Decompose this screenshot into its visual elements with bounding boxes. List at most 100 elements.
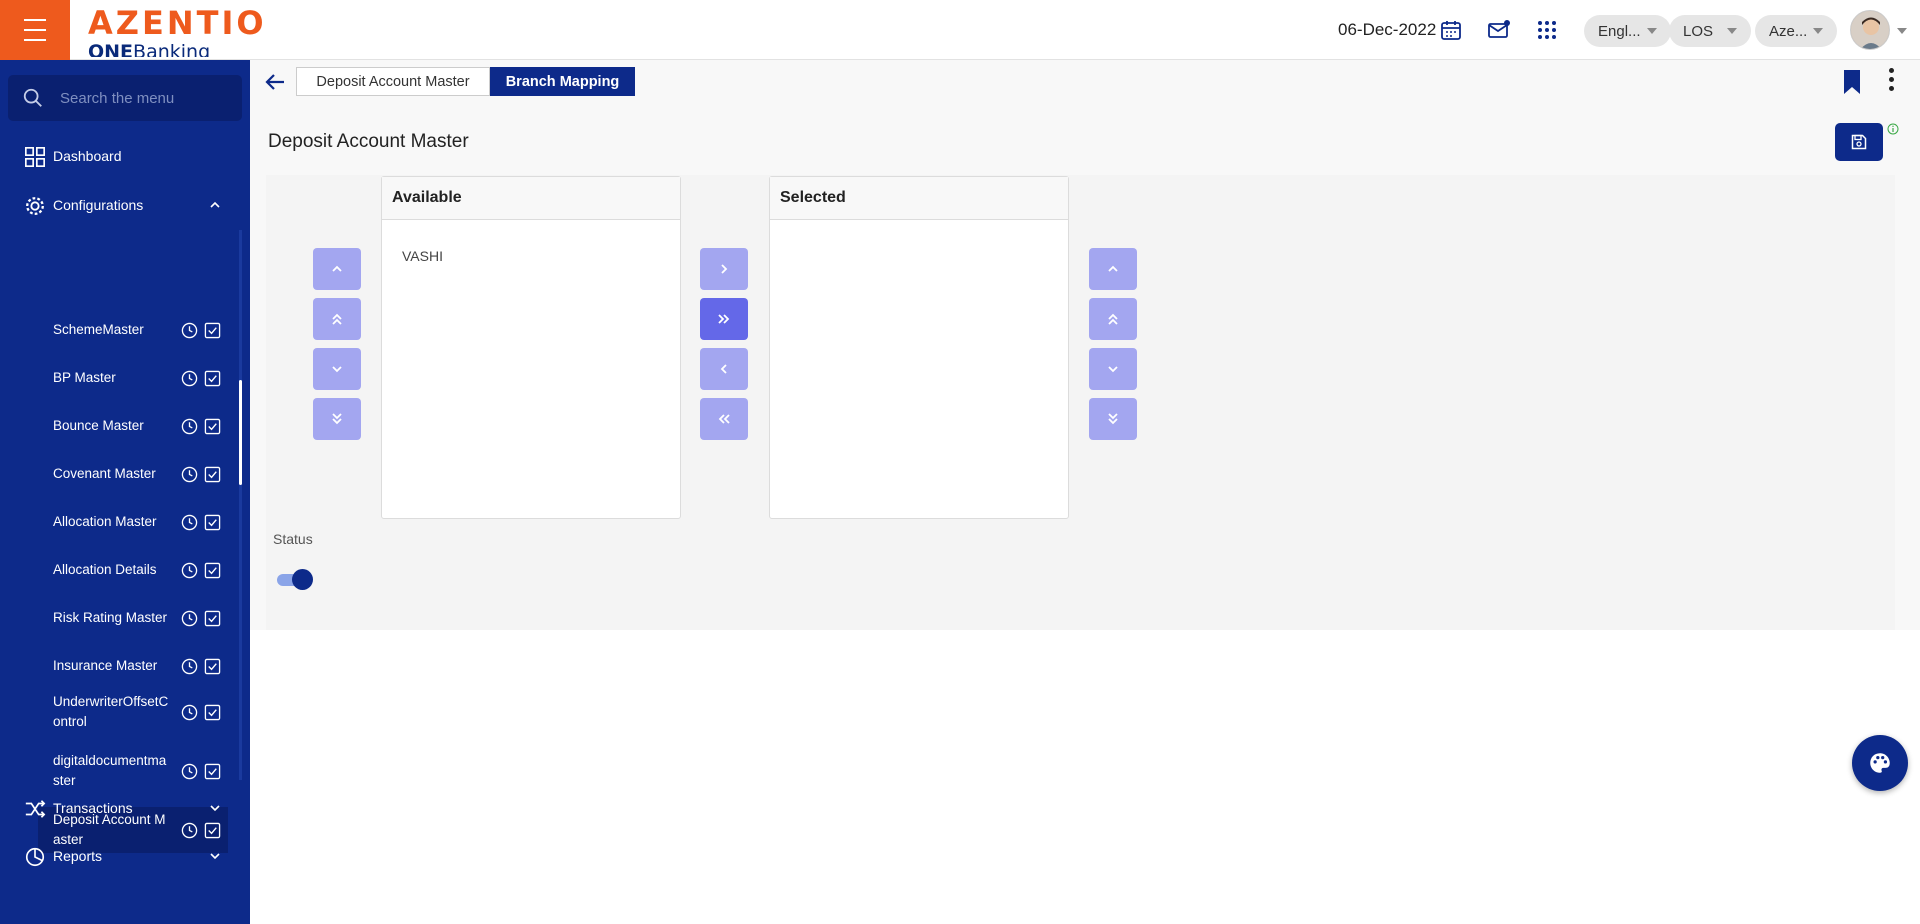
history-clock-icon[interactable] [181, 763, 198, 780]
sidebar-item-transactions[interactable]: Transactions [0, 788, 250, 828]
sidebar-subitem[interactable]: Allocation Details [38, 548, 228, 592]
approve-check-icon[interactable] [204, 322, 221, 339]
move-all-left-button[interactable] [700, 398, 748, 440]
available-move-down-button[interactable] [313, 348, 361, 390]
available-move-top-button[interactable] [313, 298, 361, 340]
sidebar-item-reports[interactable]: Reports [0, 836, 250, 876]
bookmark-icon[interactable] [1843, 69, 1861, 95]
history-clock-icon[interactable] [181, 466, 198, 483]
sidebar-scrollbar[interactable] [239, 380, 242, 485]
menu-search[interactable] [8, 75, 242, 121]
sidebar-subitem[interactable]: Risk Rating Master [38, 596, 228, 640]
sidebar-subitem-label: Allocation Details [53, 562, 157, 577]
top-header: AZENTIO ONEBanking 06-Dec-2022 Engl... L… [0, 0, 1920, 60]
mail-icon[interactable] [1487, 18, 1511, 42]
approve-check-icon[interactable] [204, 514, 221, 531]
chevron-up-icon [210, 201, 220, 208]
info-icon[interactable] [1887, 123, 1899, 135]
history-clock-icon[interactable] [181, 514, 198, 531]
module-select[interactable]: LOS [1669, 15, 1752, 47]
search-icon [23, 88, 42, 107]
approve-check-icon[interactable] [204, 466, 221, 483]
chevron-down-icon [332, 366, 342, 373]
gear-icon [26, 197, 44, 215]
list-item[interactable]: VASHI [382, 220, 680, 264]
move-left-button[interactable] [700, 348, 748, 390]
approve-check-icon[interactable] [204, 704, 221, 721]
pie-chart-icon [25, 847, 45, 867]
sidebar-subitem-label: BP Master [53, 370, 116, 385]
logo-main-text: AZENTIO [88, 4, 267, 42]
history-clock-icon[interactable] [181, 704, 198, 721]
approve-check-icon[interactable] [204, 370, 221, 387]
back-arrow-icon[interactable] [263, 70, 287, 94]
approve-check-icon[interactable] [204, 658, 221, 675]
sidebar-subitem-label: Risk Rating Master [53, 610, 168, 625]
move-all-right-button[interactable] [700, 298, 748, 340]
chevron-up-icon [332, 265, 342, 272]
selected-move-top-button[interactable] [1089, 298, 1137, 340]
move-right-button[interactable] [700, 248, 748, 290]
available-move-bottom-button[interactable] [313, 398, 361, 440]
history-clock-icon[interactable] [181, 562, 198, 579]
language-value: Engl... [1598, 22, 1641, 40]
history-clock-icon[interactable] [181, 658, 198, 675]
sidebar-subitem[interactable]: Insurance Master [38, 644, 228, 688]
chevron-down-icon [210, 853, 220, 860]
chevron-down-icon [1727, 28, 1738, 34]
sidebar-item-configurations[interactable]: Configurations [0, 185, 250, 225]
sidebar-subitem[interactable]: Bounce Master [38, 404, 228, 448]
selected-move-bottom-button[interactable] [1089, 398, 1137, 440]
save-icon [1851, 134, 1867, 150]
search-input[interactable] [60, 89, 230, 107]
sidebar-subitem[interactable]: BP Master [38, 356, 228, 400]
calendar-icon[interactable] [1439, 18, 1463, 42]
chevron-down-icon [1813, 28, 1824, 34]
theme-palette-button[interactable] [1852, 735, 1908, 791]
available-move-up-button[interactable] [313, 248, 361, 290]
approve-check-icon[interactable] [204, 610, 221, 627]
save-button[interactable] [1835, 123, 1883, 161]
sidebar-subitem[interactable]: Allocation Master [38, 500, 228, 544]
approve-check-icon[interactable] [204, 763, 221, 780]
sidebar-subitem-label: digitaldocumentmaster [53, 753, 167, 788]
tab-deposit-account-master[interactable]: Deposit Account Master [296, 67, 490, 96]
approve-check-icon[interactable] [204, 562, 221, 579]
selected-move-up-button[interactable] [1089, 248, 1137, 290]
sidebar-scroll-track[interactable] [239, 230, 242, 780]
entity-select[interactable]: Aze... [1755, 15, 1838, 47]
selected-move-down-button[interactable] [1089, 348, 1137, 390]
language-select[interactable]: Engl... [1584, 15, 1671, 47]
chevron-down-icon [1108, 366, 1118, 373]
sidebar-subitem-label: Allocation Master [53, 514, 157, 529]
approve-check-icon[interactable] [204, 418, 221, 435]
dashboard-icon [25, 147, 45, 167]
history-clock-icon[interactable] [181, 418, 198, 435]
chevron-right-icon [721, 264, 728, 274]
tab-branch-mapping[interactable]: Branch Mapping [490, 67, 635, 96]
more-options-icon[interactable] [1889, 68, 1895, 96]
sidebar-item-dashboard[interactable]: Dashboard [0, 136, 250, 176]
history-clock-icon[interactable] [181, 322, 198, 339]
history-clock-icon[interactable] [181, 610, 198, 627]
status-toggle[interactable] [277, 569, 313, 590]
sidebar-subitem[interactable]: Covenant Master [38, 452, 228, 496]
module-value: LOS [1683, 22, 1714, 40]
page-title: Deposit Account Master [268, 131, 469, 152]
history-clock-icon[interactable] [181, 370, 198, 387]
chevron-down-icon[interactable] [1897, 28, 1907, 34]
double-chevron-up-icon [1108, 313, 1118, 325]
sidebar-subitem[interactable]: UnderwriterOffsetControl [38, 689, 228, 735]
double-chevron-down-icon [1108, 413, 1118, 425]
hamburger-menu-button[interactable] [0, 0, 70, 60]
user-avatar[interactable] [1850, 10, 1890, 50]
sidebar-subitem-label: Bounce Master [53, 418, 144, 433]
apps-grid-icon[interactable] [1535, 18, 1559, 42]
sidebar-item-label: Reports [53, 848, 103, 864]
sidebar-subitem[interactable]: SchemeMaster [38, 308, 228, 352]
sidebar-subitem-label: Covenant Master [53, 466, 156, 481]
sidebar-subitem-label: UnderwriterOffsetControl [53, 694, 169, 729]
shuffle-icon [25, 800, 46, 818]
sidebar-subitem-label: Insurance Master [53, 658, 158, 673]
double-chevron-right-icon [718, 314, 730, 324]
